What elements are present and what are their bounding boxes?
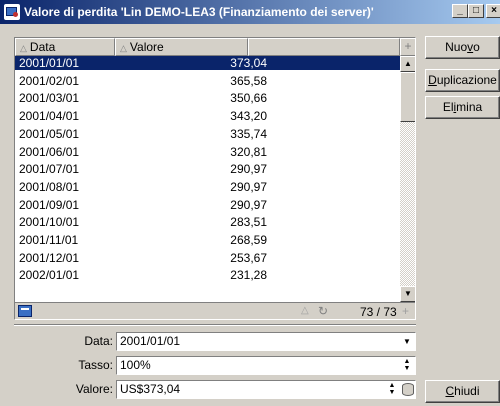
table-row[interactable]: 2001/01/01 373,04 — [15, 56, 400, 71]
cell-value: 290,97 — [230, 179, 267, 194]
table-row[interactable]: 2001/07/01 290,97 — [15, 162, 400, 176]
table-row[interactable]: 2001/10/01 283,51 — [15, 215, 400, 229]
spinner-arrows-icon[interactable]: ▲ ▼ — [400, 358, 414, 373]
cell-date: 2001/01/01 — [19, 56, 80, 70]
scroll-down-arrow-icon[interactable]: ▼ — [400, 286, 415, 302]
new-button[interactable]: Nuovo — [425, 36, 500, 59]
cell-value: 231,28 — [230, 268, 267, 283]
table-view-icon[interactable] — [18, 305, 32, 317]
scroll-thumb[interactable] — [400, 72, 415, 122]
table-row[interactable]: 2001/03/01 350,66 — [15, 91, 400, 105]
window-title: Valore di perdita 'Lin DEMO-LEA3 (Finanz… — [24, 5, 374, 19]
cell-date: 2001/12/01 — [19, 250, 80, 265]
cell-date: 2001/06/01 — [19, 144, 80, 159]
cell-value: 320,81 — [230, 144, 267, 159]
loss-value-list[interactable]: △ Data △ Valore + 2001/01/01 373,04 2001/02/… — [14, 37, 416, 320]
add-column-button[interactable]: + — [400, 38, 415, 56]
cell-date: 2001/02/01 — [19, 73, 80, 88]
rate-field[interactable]: 100% ▲ ▼ — [116, 356, 416, 375]
title-bar: Valore di perdita 'Lin DEMO-LEA3 (Finanz… — [0, 0, 500, 24]
table-row[interactable]: 2001/06/01 320,81 — [15, 145, 400, 159]
column-header-date[interactable]: △ Data — [15, 38, 115, 56]
cell-date: 2001/03/01 — [19, 91, 80, 106]
cell-value: 335,74 — [230, 126, 267, 141]
cell-date: 2001/04/01 — [19, 109, 80, 124]
table-row[interactable]: 2001/08/01 290,97 — [15, 180, 400, 194]
cell-value: 290,97 — [230, 162, 267, 177]
value-label: Valore: — [75, 382, 113, 396]
cell-date: 2001/08/01 — [19, 179, 80, 194]
table-row[interactable]: 2001/12/01 253,67 — [15, 251, 400, 265]
cell-value: 343,20 — [230, 109, 267, 124]
table-row[interactable]: 2001/02/01 365,58 — [15, 74, 400, 88]
cell-date: 2001/07/01 — [19, 162, 80, 177]
list-header: △ Data △ Valore — [15, 38, 400, 56]
window-app-icon — [4, 4, 20, 20]
table-row[interactable]: 2001/11/01 268,59 — [15, 233, 400, 247]
date-field[interactable]: 2001/01/01 ▼ — [116, 332, 416, 351]
scroll-up-arrow-icon[interactable]: ▲ — [400, 56, 415, 72]
currency-database-icon[interactable] — [402, 383, 414, 396]
date-label: Data: — [84, 334, 113, 348]
refresh-icon[interactable]: ↻ — [318, 304, 328, 318]
column-header-value[interactable]: △ Valore — [115, 38, 248, 56]
footer-plus-icon: + — [402, 304, 410, 318]
record-count: 73 / 73 — [360, 305, 397, 319]
list-footer: △ ↻ 73 / 73 + — [15, 302, 415, 319]
cell-date: 2002/01/01 — [19, 268, 80, 283]
cell-date: 2001/11/01 — [19, 233, 79, 247]
spinner-arrows-icon[interactable]: ▲ ▼ — [385, 382, 399, 397]
cell-value: 290,97 — [230, 197, 267, 212]
cell-value: 253,67 — [230, 250, 267, 265]
minimize-button[interactable]: _ — [452, 4, 468, 18]
maximize-button[interactable]: □ — [468, 4, 484, 18]
delete-button[interactable]: Elimina — [425, 96, 500, 119]
vertical-scrollbar[interactable]: ▲ ▼ — [400, 56, 415, 302]
table-row[interactable]: 2001/05/01 335,74 — [15, 127, 400, 141]
cell-value: 365,58 — [230, 73, 267, 88]
dropdown-arrow-icon[interactable]: ▼ — [400, 334, 414, 349]
cell-value: 268,59 — [230, 233, 267, 247]
close-window-button[interactable]: × — [486, 4, 500, 18]
value-field[interactable]: US$373,04 ▲ ▼ — [116, 380, 416, 399]
column-header-empty — [248, 38, 400, 56]
cell-value: 373,04 — [230, 56, 267, 70]
duplicate-button[interactable]: Duplicazione — [425, 69, 500, 92]
cell-date: 2001/05/01 — [19, 126, 80, 141]
sort-triangle-icon: △ — [20, 43, 27, 53]
sort-triangle-icon: △ — [301, 305, 309, 316]
table-row[interactable]: 2001/04/01 343,20 — [15, 109, 400, 123]
cell-date: 2001/09/01 — [19, 197, 80, 212]
cell-value: 283,51 — [230, 215, 267, 230]
separator — [14, 324, 416, 326]
table-row[interactable]: 2002/01/01 231,28 — [15, 268, 400, 282]
close-button[interactable]: Chiudi — [425, 380, 500, 403]
sort-triangle-icon: △ — [120, 43, 127, 53]
table-row[interactable]: 2001/09/01 290,97 — [15, 198, 400, 212]
rate-label: Tasso: — [78, 358, 113, 372]
cell-date: 2001/10/01 — [19, 215, 80, 230]
cell-value: 350,66 — [230, 91, 267, 106]
